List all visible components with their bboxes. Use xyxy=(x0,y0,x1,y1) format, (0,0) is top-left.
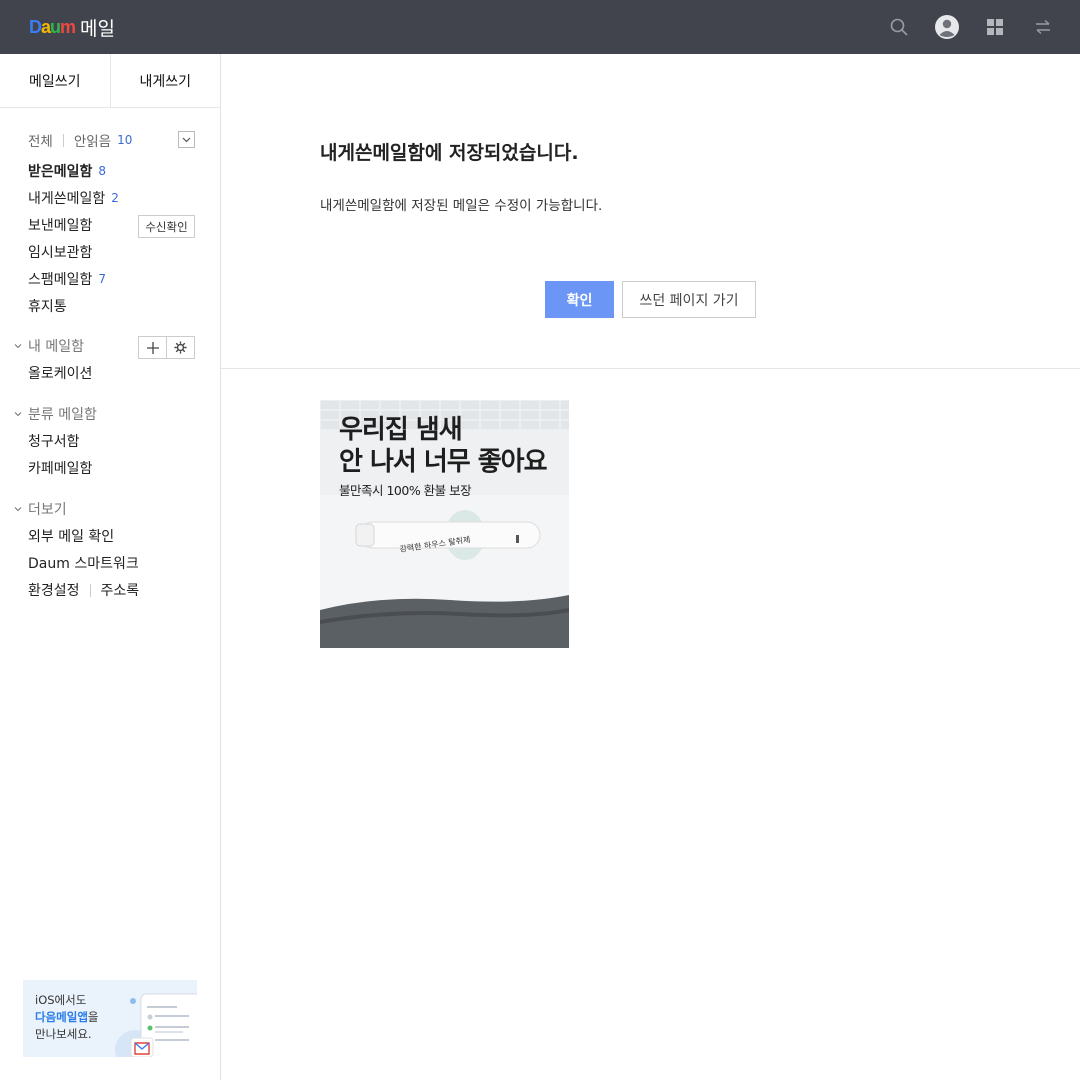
mailbox-label: 받은메일함 xyxy=(28,164,93,180)
main-content: 내게쓴메일함에 저장되었습니다. 내게쓴메일함에 저장된 메일은 수정이 가능합… xyxy=(221,54,1080,1080)
page-title: 내게쓴메일함에 저장되었습니다. xyxy=(320,142,579,164)
phone-mockup-illustration xyxy=(115,993,197,1057)
sidebar-item-allocation[interactable]: 올로케이션 xyxy=(28,363,92,383)
ad-headline-line: 안 나서 너무 좋아요 xyxy=(339,447,548,477)
settings-link[interactable]: 환경설정 xyxy=(28,580,80,600)
logo-mail-text: 메일 xyxy=(80,17,115,40)
menu-label: 외부 메일 확인 xyxy=(28,529,115,545)
classified-mailbox-section[interactable]: 분류 메일함 xyxy=(14,404,97,424)
mailbox-count: 2 xyxy=(111,191,119,205)
more-section[interactable]: 더보기 xyxy=(14,499,67,519)
chevron-down-icon xyxy=(14,507,22,512)
sidebar-item-cafe-mail[interactable]: 카페메일함 xyxy=(28,458,92,478)
expand-toggle-button[interactable] xyxy=(178,131,195,148)
page-description: 내게쓴메일함에 저장된 메일은 수정이 가능합니다. xyxy=(320,198,603,214)
chevron-down-icon xyxy=(182,137,191,142)
unread-count: 10 xyxy=(117,133,133,147)
add-mailbox-button[interactable] xyxy=(139,337,166,358)
ad-headline: 우리집 냄새 안 나서 너무 좋아요 xyxy=(339,414,548,478)
sidebar-item-drafts[interactable]: 임시보관함 xyxy=(28,242,92,262)
section-label: 내 메일함 xyxy=(28,339,84,355)
sidebar: 메일쓰기 내게쓰기 전체 안읽음 10 받은메일함 8 내게쓴메일함 2 보낸메… xyxy=(0,54,221,1080)
write-self-button[interactable]: 내게쓰기 xyxy=(109,54,221,107)
filter-unread[interactable]: 안읽음 xyxy=(74,130,111,150)
mailbox-label: 보낸메일함 xyxy=(28,218,93,234)
confirm-button[interactable]: 확인 xyxy=(545,281,614,318)
sidebar-item-self-mail[interactable]: 내게쓴메일함 2 xyxy=(28,188,119,208)
divider xyxy=(89,583,91,597)
sidebar-item-external-mail[interactable]: 외부 메일 확인 xyxy=(28,526,114,546)
plus-icon xyxy=(146,341,159,354)
mailbox-label: 청구서함 xyxy=(28,434,80,450)
mailbox-label: 카페메일함 xyxy=(28,461,93,477)
my-mailbox-section[interactable]: 내 메일함 xyxy=(14,336,84,356)
sidebar-item-smartwork[interactable]: Daum 스마트워크 xyxy=(28,553,139,573)
back-to-compose-button[interactable]: 쓰던 페이지 가기 xyxy=(622,281,756,318)
sidebar-item-trash[interactable]: 휴지통 xyxy=(28,296,67,316)
top-bar: Daum 메일 xyxy=(0,0,1080,54)
mailbox-count: 8 xyxy=(98,164,107,178)
my-mailbox-controls xyxy=(138,336,195,359)
mailbox-label: 임시보관함 xyxy=(28,245,93,261)
advertisement-banner[interactable]: 강력한 하우스 탈취제 우리집 냄새 안 나서 너무 좋아요 불만족시 100%… xyxy=(320,400,569,648)
ios-app-promo-banner[interactable]: iOS에서도 다음메일앱을 만나보세요. xyxy=(23,980,197,1057)
section-label: 분류 메일함 xyxy=(28,407,97,423)
sidebar-item-inbox[interactable]: 받은메일함 8 xyxy=(28,161,106,181)
section-divider xyxy=(221,368,1080,369)
sidebar-item-sent[interactable]: 보낸메일함 xyxy=(28,215,92,235)
sidebar-item-bills[interactable]: 청구서함 xyxy=(28,431,80,451)
settings-row: 환경설정 주소록 xyxy=(28,580,139,600)
profile-icon[interactable] xyxy=(934,14,960,40)
mailbox-count: 7 xyxy=(98,272,107,286)
mailbox-label: 올로케이션 xyxy=(28,366,93,382)
mailbox-label: 스팸메일함 xyxy=(28,272,93,288)
mailbox-label: 휴지통 xyxy=(28,299,67,315)
switch-arrows-icon[interactable] xyxy=(1030,14,1056,40)
chevron-down-icon xyxy=(14,412,22,417)
section-label: 더보기 xyxy=(28,502,67,518)
apps-grid-icon[interactable] xyxy=(982,14,1008,40)
receipt-check-button[interactable]: 수신확인 xyxy=(138,215,195,238)
ad-headline-line: 우리집 냄새 xyxy=(339,415,463,445)
menu-label: Daum 스마트워크 xyxy=(28,556,139,572)
divider xyxy=(62,133,64,147)
ad-subline: 불만족시 100% 환불 보장 xyxy=(339,483,472,498)
mailbox-label: 내게쓴메일함 xyxy=(28,191,106,207)
chevron-down-icon xyxy=(14,344,22,349)
mailbox-settings-button[interactable] xyxy=(166,337,194,358)
daum-mail-logo[interactable]: Daum 메일 xyxy=(29,14,115,40)
address-book-link[interactable]: 주소록 xyxy=(101,580,140,600)
daum-logo: Daum xyxy=(29,16,76,37)
mail-filter: 전체 안읽음 10 xyxy=(28,130,195,150)
search-icon[interactable] xyxy=(886,14,912,40)
gear-icon xyxy=(174,341,187,354)
write-mail-button[interactable]: 메일쓰기 xyxy=(0,54,110,107)
filter-all[interactable]: 전체 xyxy=(28,130,53,150)
sidebar-item-spam[interactable]: 스팸메일함 7 xyxy=(28,269,106,289)
